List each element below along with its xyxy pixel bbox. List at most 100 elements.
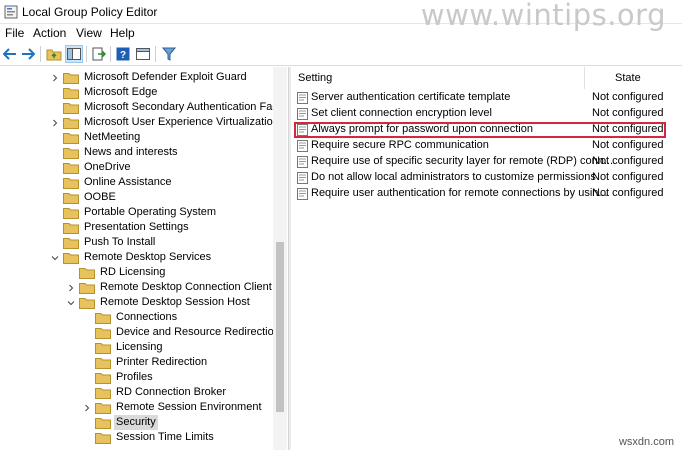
folder-icon [95,327,111,339]
tree-item[interactable]: Connections [95,310,179,325]
tree-item[interactable]: Licensing [95,340,164,355]
column-header-setting[interactable]: Setting [298,67,584,89]
folder-icon [63,162,79,174]
tree-item-label: RD Licensing [100,266,166,278]
collapse-chevron-icon[interactable] [50,250,60,265]
folder-icon [63,132,79,144]
tree-item-label: Remote Session Environment [116,401,262,413]
tree-item-label: Presentation Settings [84,221,189,233]
tree-item[interactable]: Microsoft Secondary Authentication Facto… [63,100,287,115]
tree-item-label: Microsoft User Experience Virtualization [84,116,279,128]
tree-item-label: Microsoft Defender Exploit Guard [84,71,247,83]
setting-state: Not configured [592,187,664,199]
tree-item[interactable]: Device and Resource Redirection [95,325,282,340]
tree-item[interactable]: OOBE [63,190,118,205]
extended-view-button[interactable] [134,45,152,63]
tree-item[interactable]: Remote Desktop Connection Client [79,280,274,295]
show-hide-console-tree-button[interactable] [65,45,83,63]
tree-item[interactable]: Push To Install [63,235,157,250]
setting-row[interactable]: Set client connection encryption level No… [295,106,671,122]
column-divider[interactable] [584,67,585,89]
expand-chevron-icon[interactable] [50,115,60,130]
help-button[interactable]: ? [114,45,132,63]
export-list-button[interactable] [90,45,108,63]
tree-item[interactable]: Session Time Limits [95,430,216,445]
tree-item[interactable]: RD Licensing [79,265,167,280]
svg-text:?: ? [120,50,126,61]
tree-item[interactable]: Portable Operating System [63,205,218,220]
column-header-state[interactable]: State [615,67,675,89]
extended-view-icon [136,48,150,60]
tree-item-label: Online Assistance [84,176,172,188]
policy-setting-icon [297,172,308,184]
tree-item[interactable]: OneDrive [63,160,132,175]
back-arrow-icon [3,48,16,60]
forward-button[interactable] [19,45,37,63]
toolbar: ? [0,42,682,66]
folder-icon [63,102,79,114]
tree-item[interactable]: Presentation Settings [63,220,191,235]
policy-setting-icon [297,140,308,152]
collapse-chevron-icon[interactable] [66,295,76,310]
tree-item-label: OneDrive [84,161,131,173]
setting-row[interactable]: Server authentication certificate templa… [295,90,671,106]
setting-row[interactable]: Require user authentication for remote c… [295,186,671,202]
setting-state: Not configured [592,155,664,167]
setting-row[interactable]: Do not allow local administrators to cus… [295,170,671,186]
console-tree: Microsoft Defender Exploit Guard Microsof… [0,67,287,450]
tree-item[interactable]: Printer Redirection [95,355,209,370]
setting-state: Not configured [592,171,664,183]
tree-item[interactable]: Online Assistance [63,175,173,190]
menu-file[interactable]: File [5,26,24,40]
tree-item-label: Device and Resource Redirection [116,326,280,338]
tree-item[interactable]: Remote Desktop Services [63,250,213,265]
tree-item[interactable]: Remote Session Environment [95,400,264,415]
back-button[interactable] [1,45,19,63]
expand-chevron-icon[interactable] [82,400,92,415]
tree-item-label: Session Time Limits [116,431,214,443]
tree-item[interactable]: Microsoft Defender Exploit Guard [63,70,249,85]
folder-icon [95,357,111,369]
expand-chevron-icon[interactable] [66,280,76,295]
setting-name: Require secure RPC communication [311,139,489,151]
tree-vertical-scrollbar[interactable] [273,67,287,450]
tree-item[interactable]: Microsoft Edge [63,85,159,100]
tree-item-label: News and interests [84,146,178,158]
folder-icon [63,222,79,234]
tree-scrollbar-thumb[interactable] [276,242,284,412]
menu-action[interactable]: Action [33,26,66,40]
menu-help[interactable]: Help [110,26,135,40]
tree-item[interactable]: Remote Desktop Session Host [79,295,252,310]
tree-item[interactable]: Profiles [95,370,155,385]
tree-item-label: Profiles [116,371,153,383]
tree-item-label: Remote Desktop Services [84,251,212,263]
tree-item[interactable]: Microsoft User Experience Virtualization [63,115,281,130]
filter-button[interactable] [160,45,178,63]
tree-item-label: Remote Desktop Session Host [100,296,250,308]
tree-item-label: Licensing [116,341,163,353]
folder-icon [63,177,79,189]
tree-item-label: Remote Desktop Connection Client [100,281,272,293]
tree-item-label: Push To Install [84,236,156,248]
folder-icon [95,372,111,384]
up-one-level-button[interactable] [45,45,63,63]
folder-icon [95,417,111,429]
tree-item[interactable]: Security [95,415,158,430]
menu-view[interactable]: View [76,26,102,40]
tree-item[interactable]: RD Connection Broker [95,385,228,400]
folder-icon [95,387,111,399]
tree-item-label: Microsoft Edge [84,86,158,98]
setting-name: Do not allow local administrators to cus… [311,171,596,183]
tree-item[interactable]: News and interests [63,145,180,160]
tree-item[interactable]: NetMeeting [63,130,142,145]
policy-setting-icon [297,188,308,200]
expand-chevron-icon[interactable] [50,70,60,85]
title-bar: Local Group Policy Editor www.wintips.or… [0,0,682,32]
setting-row[interactable]: Require use of specific security layer f… [295,154,671,170]
folder-icon [63,72,79,84]
tree-item-label: Printer Redirection [116,356,208,368]
folder-icon [95,402,111,414]
folder-icon [79,282,95,294]
setting-row[interactable]: Require secure RPC communication Not conf… [295,138,671,154]
folder-icon [95,432,111,444]
